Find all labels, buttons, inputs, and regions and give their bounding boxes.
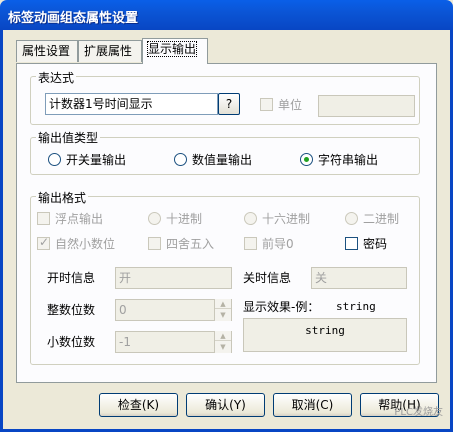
output-type-group-title: 输出值类型 xyxy=(36,129,101,146)
checkmark-icon: ✓ xyxy=(39,235,50,249)
cancel-button[interactable]: 取消(C) xyxy=(273,393,352,417)
off-info-input[interactable]: 关 xyxy=(311,267,407,289)
radio-numeric-output[interactable] xyxy=(174,153,187,166)
radio-hexadecimal-label: 十六进制 xyxy=(262,212,311,226)
radio-binary-label: 二进制 xyxy=(363,212,400,226)
radio-string-output-label: 字符串输出 xyxy=(318,153,379,167)
radio-string-output[interactable] xyxy=(300,153,313,166)
expression-group-title: 表达式 xyxy=(36,69,77,86)
check-button[interactable]: 检查(K) xyxy=(99,393,178,417)
unit-checkbox[interactable] xyxy=(260,98,273,111)
window-title: 标签动画组态属性设置 xyxy=(8,11,139,26)
spinner-down-icon[interactable]: ▼ xyxy=(215,310,231,320)
tab-label: 属性设置 xyxy=(22,44,71,58)
radio-switch-output-label: 开关量输出 xyxy=(66,153,127,167)
preview-example: string xyxy=(336,300,376,313)
expression-browse-button[interactable]: ? xyxy=(218,93,240,115)
integer-digits-spinner[interactable]: ▲ ▼ xyxy=(214,299,231,321)
leading-zero-checkbox[interactable] xyxy=(244,237,257,250)
float-output-label: 浮点输出 xyxy=(55,212,104,226)
leading-zero-label: 前导0 xyxy=(262,237,294,251)
tab-display-output[interactable]: 显示输出 xyxy=(142,38,208,64)
natural-decimal-checkbox[interactable]: ✓ xyxy=(37,235,50,250)
preview-label: 显示效果-例： xyxy=(243,300,320,314)
decimal-digits-spinner[interactable]: ▲ ▼ xyxy=(214,331,231,353)
on-info-input[interactable]: 开 xyxy=(115,267,232,289)
watermark: PLC发烧友 xyxy=(394,407,443,418)
radio-hexadecimal[interactable] xyxy=(244,212,257,225)
password-label: 密码 xyxy=(363,237,388,251)
rounding-checkbox[interactable] xyxy=(148,237,161,250)
decimal-digits-label: 小数位数 xyxy=(47,335,96,349)
output-format-group-title: 输出格式 xyxy=(36,189,89,206)
natural-decimal-label: 自然小数位 xyxy=(55,237,116,251)
on-info-label: 开时信息 xyxy=(47,271,96,285)
tab-label: 显示输出 xyxy=(146,41,198,57)
rounding-label: 四舍五入 xyxy=(166,237,215,251)
tab-property-settings[interactable]: 属性设置 xyxy=(16,40,78,62)
float-output-checkbox[interactable] xyxy=(37,212,50,225)
spinner-down-icon[interactable]: ▼ xyxy=(215,342,231,352)
radio-selected-dot xyxy=(304,157,309,162)
radio-binary[interactable] xyxy=(345,212,358,225)
off-info-label: 关时信息 xyxy=(243,271,292,285)
integer-digits-label: 整数位数 xyxy=(47,303,96,317)
preview-box: string xyxy=(243,318,407,352)
title-bar[interactable]: 标签动画组态属性设置 xyxy=(0,0,453,30)
unit-label: 单位 xyxy=(278,98,303,112)
radio-numeric-output-label: 数值量输出 xyxy=(192,153,253,167)
tab-extended-properties[interactable]: 扩展属性 xyxy=(78,40,142,62)
window-frame-left xyxy=(0,30,3,432)
spinner-up-icon[interactable]: ▲ xyxy=(215,331,231,341)
radio-switch-output[interactable] xyxy=(48,153,61,166)
confirm-button[interactable]: 确认(Y) xyxy=(186,393,265,417)
radio-decimal[interactable] xyxy=(148,212,161,225)
spinner-up-icon[interactable]: ▲ xyxy=(215,299,231,309)
password-checkbox[interactable] xyxy=(345,237,358,250)
tab-label: 扩展属性 xyxy=(84,44,133,58)
unit-input[interactable] xyxy=(318,95,415,117)
expression-input[interactable]: 计数器1号时间显示 xyxy=(45,93,218,115)
radio-decimal-label: 十进制 xyxy=(166,212,203,226)
